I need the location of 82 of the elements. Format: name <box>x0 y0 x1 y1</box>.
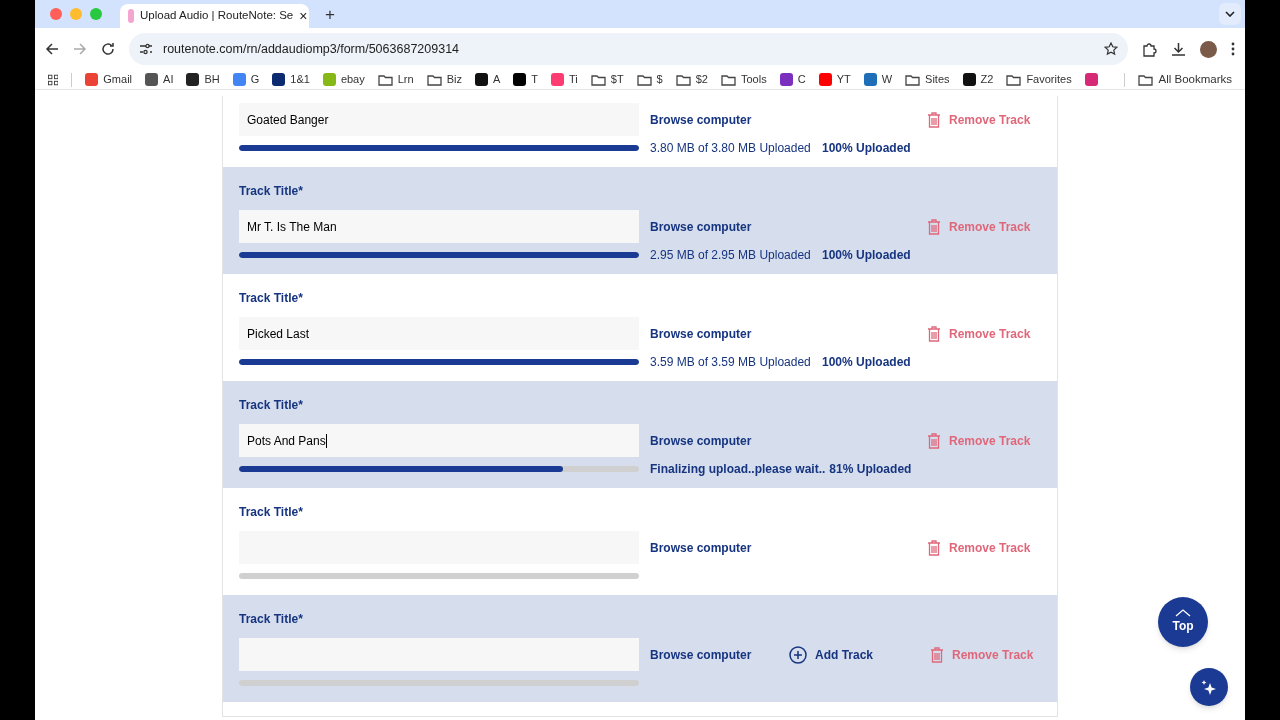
bookmark[interactable]: $ <box>636 71 663 88</box>
field-label: Track Title* <box>239 184 304 198</box>
track-title-field[interactable]: Pots And Pans <box>239 424 639 457</box>
bookmark[interactable]: YT <box>818 71 851 88</box>
bookmark[interactable]: $T <box>590 71 624 88</box>
bookmark[interactable]: T <box>513 71 538 88</box>
bookmark[interactable]: C <box>779 71 806 88</box>
track-title-field[interactable]: Mr T. Is The Man <box>239 210 639 243</box>
browse-computer-link[interactable]: Browse computer <box>650 645 789 664</box>
address-bar[interactable]: routenote.com/rn/addaudiomp3/form/5063687209314 <box>129 33 1128 65</box>
bookmark[interactable]: AI <box>145 71 174 88</box>
trash-icon <box>927 432 941 449</box>
site-settings-icon <box>139 43 153 55</box>
upload-size-text: 2.95 MB of 2.95 MB Uploaded <box>650 246 812 264</box>
profile-avatar[interactable] <box>1200 40 1217 58</box>
more-menu-icon[interactable] <box>1231 42 1235 56</box>
field-label: Track Title* <box>239 398 304 412</box>
back-arrow-icon[interactable] <box>45 42 59 56</box>
folder-icon <box>1006 73 1022 86</box>
browse-computer-link[interactable]: Browse computer <box>650 538 789 557</box>
bookmark[interactable]: 1&1 <box>272 71 310 88</box>
download-icon[interactable] <box>1171 41 1186 57</box>
bookmark[interactable]: Lrn <box>377 71 414 88</box>
bookmark[interactable]: Favorites <box>1006 71 1072 88</box>
upload-percent-text: 100% Uploaded <box>822 246 911 264</box>
chevron-down-icon <box>1225 11 1235 17</box>
bookmark[interactable]: A <box>474 71 501 88</box>
bookmark[interactable]: Tools <box>721 71 767 88</box>
bookmark[interactable]: $2 <box>675 71 708 88</box>
upload-size-text: Finalizing upload..please wait.. <box>650 460 826 478</box>
browse-computer-link[interactable]: Browse computer <box>650 110 789 129</box>
folder-icon <box>721 73 736 86</box>
url-text: routenote.com/rn/addaudiomp3/form/5063687209314 <box>163 40 461 58</box>
upload-percent-text: 100% Uploaded <box>822 139 911 157</box>
track-title-field[interactable]: Picked Last <box>239 317 639 350</box>
field-label: Track Title* <box>239 291 304 305</box>
track-title-field[interactable] <box>239 638 639 671</box>
folder-icon <box>1137 73 1153 86</box>
tab-title: Upload Audio | RouteNote: Se <box>140 8 294 24</box>
upload-percent-text: 100% Uploaded <box>822 353 911 371</box>
bookmark[interactable]: G <box>232 71 260 88</box>
folder-icon <box>636 73 652 86</box>
puzzle-icon[interactable] <box>1142 41 1157 57</box>
apps-grid-icon[interactable] <box>48 73 59 86</box>
bookmark[interactable]: ebay <box>322 71 365 88</box>
upload-size-text: 3.59 MB of 3.59 MB Uploaded <box>650 353 812 371</box>
chevron-up-icon <box>1175 609 1191 617</box>
bookmark[interactable]: Sites <box>905 71 950 88</box>
trash-icon <box>927 218 941 235</box>
browser-tab[interactable]: Upload Audio | RouteNote: Se × <box>120 4 309 28</box>
add-track-button[interactable]: Add Track <box>789 645 874 664</box>
bookmark[interactable]: Ti <box>551 71 578 88</box>
bookmark[interactable]: W <box>863 71 893 88</box>
upload-size-text: 3.80 MB of 3.80 MB Uploaded <box>650 139 812 157</box>
new-tab-button[interactable]: + <box>325 5 335 23</box>
bookmark[interactable]: Z2 <box>962 71 994 88</box>
bookmark[interactable]: Gmail <box>85 71 133 88</box>
folder-icon <box>590 73 606 86</box>
trash-icon <box>927 325 941 342</box>
all-bookmarks-button[interactable]: All Bookmarks <box>1137 70 1232 89</box>
trash-icon <box>927 539 941 556</box>
bookmark[interactable]: Biz <box>426 71 462 88</box>
field-label: Track Title* <box>239 612 304 626</box>
trash-icon <box>927 111 941 128</box>
folder-icon <box>426 73 442 86</box>
folder-icon <box>377 73 393 86</box>
field-label: Track Title* <box>239 505 304 519</box>
folder-icon <box>675 73 691 86</box>
browse-computer-link[interactable]: Browse computer <box>650 324 789 343</box>
reload-icon[interactable] <box>101 42 115 56</box>
tab-search-button[interactable] <box>1219 3 1241 25</box>
bookmark[interactable]: BH <box>186 71 220 88</box>
star-icon[interactable] <box>1104 42 1118 56</box>
track-title-field[interactable]: Goated Banger <box>239 103 639 136</box>
upload-percent-text: 81% Uploaded <box>829 460 912 478</box>
folder-icon <box>905 73 921 86</box>
browse-computer-link[interactable]: Browse computer <box>650 431 789 450</box>
close-tab-button[interactable]: × <box>299 9 308 23</box>
plus-circle-icon <box>789 645 807 664</box>
bookmark[interactable] <box>1084 73 1098 86</box>
browse-computer-link[interactable]: Browse computer <box>650 217 789 236</box>
trash-icon <box>930 646 945 663</box>
